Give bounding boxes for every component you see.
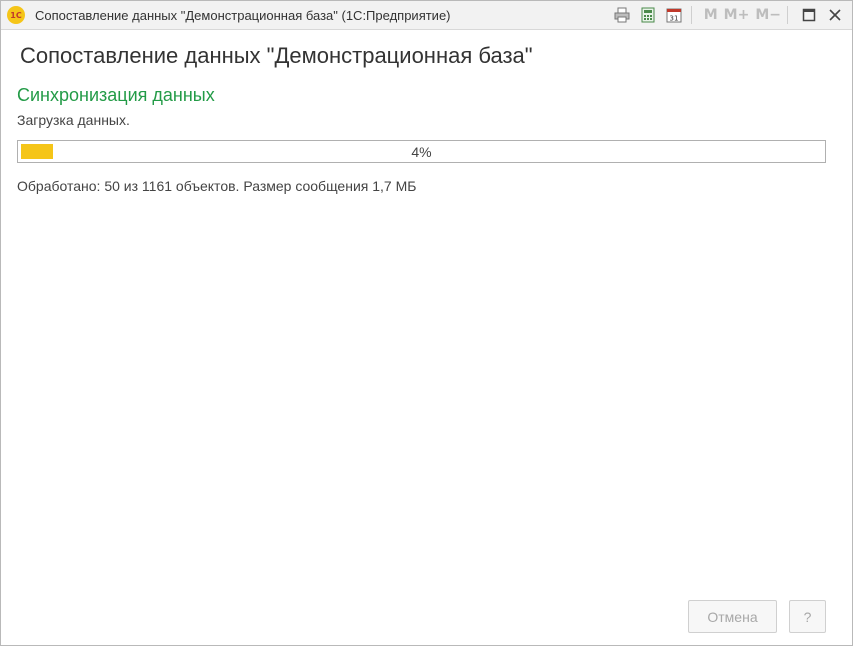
form-content: Сопоставление данных "Демонстрационная б… [17, 29, 826, 645]
status-text: Обработано: 50 из 1161 объектов. Размер … [17, 178, 417, 194]
printer-icon[interactable] [611, 4, 633, 26]
memory-button[interactable]: M [704, 7, 718, 23]
progress-bar: 4% [17, 140, 826, 163]
help-button[interactable]: ? [789, 600, 826, 633]
close-icon[interactable] [824, 4, 846, 26]
calendar-icon[interactable]: 31 [663, 4, 685, 26]
window-title: Сопоставление данных "Демонстрационная б… [35, 7, 451, 23]
calculator-icon[interactable] [637, 4, 659, 26]
cancel-button[interactable]: Отмена [688, 600, 777, 633]
section-title: Синхронизация данных [17, 85, 215, 105]
progress-label: 4% [411, 143, 432, 160]
memory-plus-button[interactable]: M+ [724, 7, 750, 23]
form-title: Сопоставление данных "Демонстрационная б… [20, 43, 533, 68]
stage-text: Загрузка данных. [17, 112, 130, 128]
memory-minus-button[interactable]: M− [755, 7, 781, 23]
title-bar-tools: 31 M M+ M− [607, 1, 846, 29]
app-logo-icon: 1С [7, 6, 25, 24]
title-bar: 1С Сопоставление данных "Демонстрационна… [1, 1, 852, 30]
toolbar-separator [787, 6, 788, 24]
calendar-day-label: 31 [669, 15, 678, 23]
toolbar-separator [690, 6, 692, 24]
application-window: 1С Сопоставление данных "Демонстрационна… [0, 0, 853, 646]
maximize-icon[interactable] [798, 4, 820, 26]
